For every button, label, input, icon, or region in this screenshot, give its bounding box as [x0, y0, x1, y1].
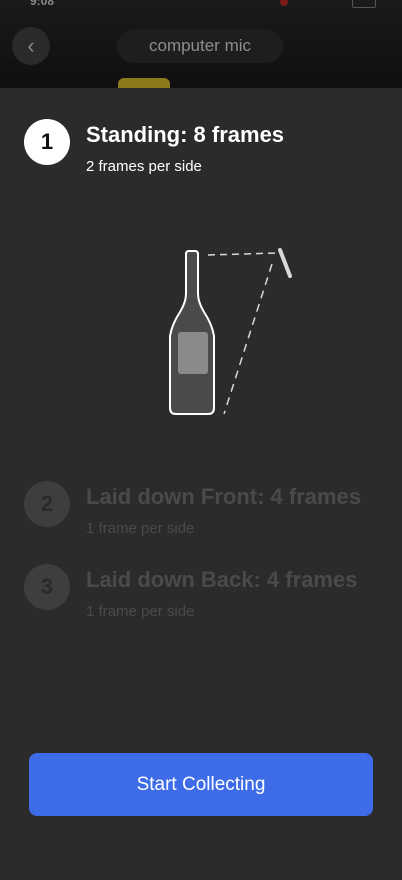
- step-subtitle: 2 frames per side: [86, 158, 202, 175]
- chevron-left-icon: ‹: [27, 33, 35, 58]
- step-2: 2 Laid down Front: 4 frames 1 frame per …: [24, 481, 384, 541]
- step-title: Laid down Back: 4 frames: [86, 567, 358, 592]
- step-title: Standing: 8 frames: [86, 122, 285, 147]
- step-number: 2: [24, 481, 70, 527]
- step-subtitle: 1 frame per side: [86, 603, 195, 620]
- object-title[interactable]: computer mic: [117, 29, 283, 63]
- screen: 9:08 ‹ computer mic 1 Standing: 8 frames…: [0, 0, 402, 880]
- step-3: 3 Laid down Back: 4 frames 1 frame per s…: [24, 564, 384, 624]
- battery-icon: [352, 0, 376, 8]
- step-number: 1: [24, 119, 70, 165]
- step-subtitle: 1 frame per side: [86, 520, 195, 537]
- start-collecting-button[interactable]: Start Collecting: [29, 753, 373, 816]
- instruction-sheet: 1 Standing: 8 frames 2 frames per side 2…: [0, 88, 402, 880]
- camera-background: 9:08 ‹ computer mic: [0, 0, 402, 90]
- step-1: 1 Standing: 8 frames 2 frames per side: [24, 119, 384, 179]
- bottle-standing-icon: [169, 248, 292, 415]
- step-title: Laid down Front: 4 frames: [86, 484, 362, 509]
- back-button[interactable]: ‹: [12, 27, 50, 65]
- recording-dot-icon: [280, 0, 288, 6]
- status-time: 9:08: [30, 0, 55, 8]
- status-bar: 9:08: [0, 0, 402, 12]
- step-number: 3: [24, 564, 70, 610]
